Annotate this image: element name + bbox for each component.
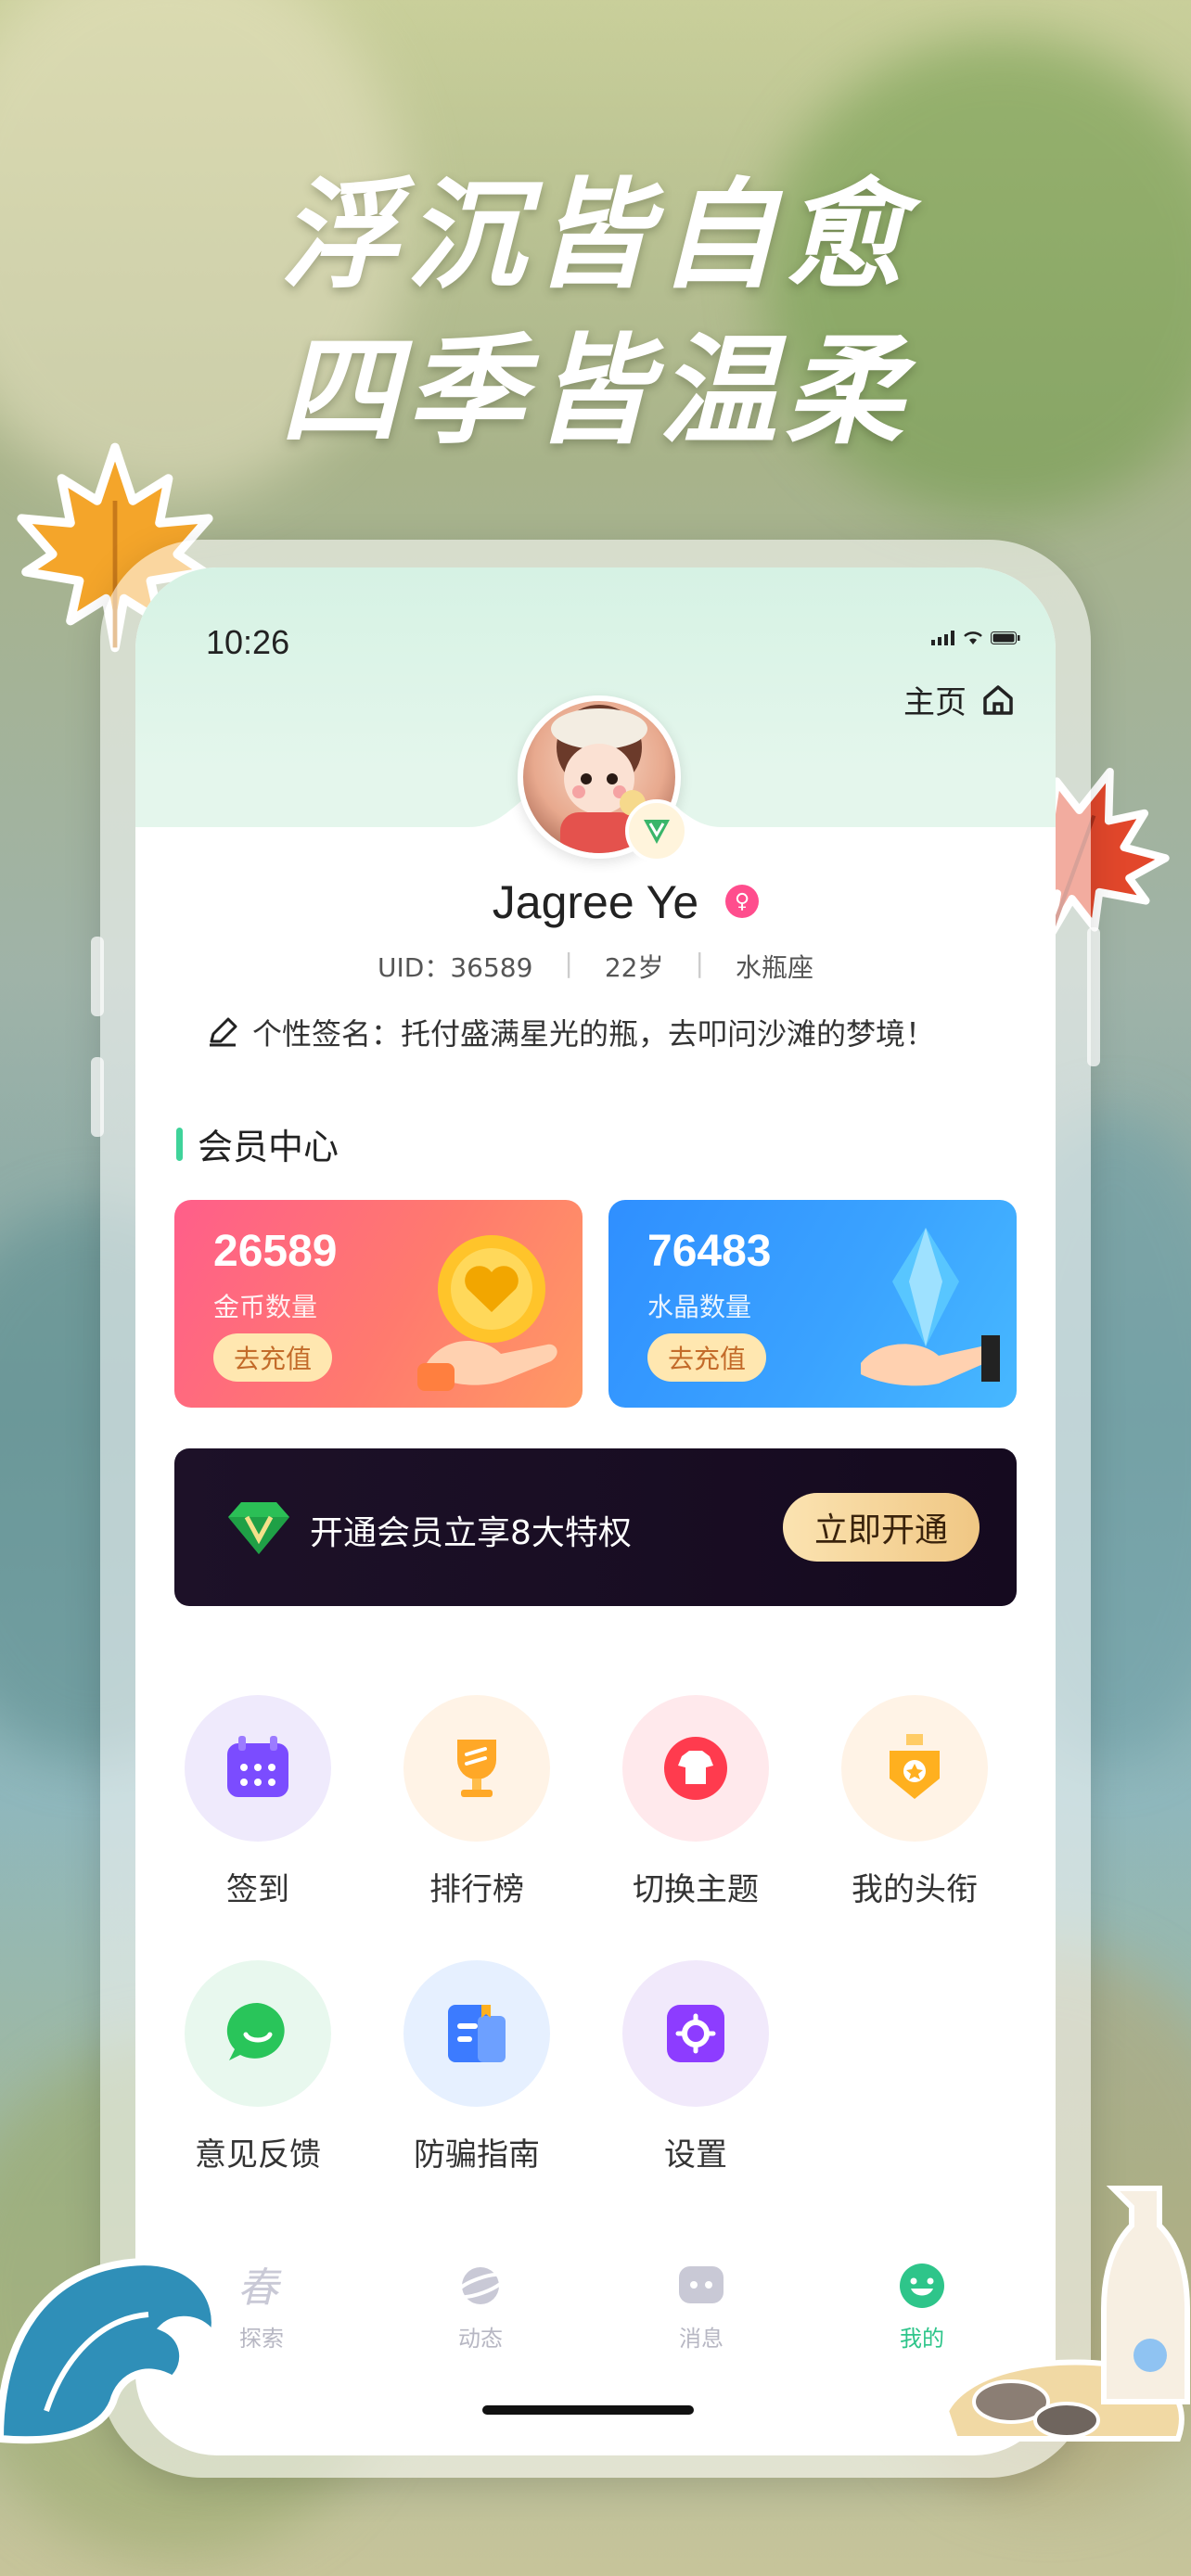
status-icons (931, 631, 1020, 645)
phone-side-button (1087, 927, 1100, 1066)
phone-screen: 10:26 主页 Jagree Ye ♀ UID：36589 | 22岁 | 水… (135, 567, 1056, 2455)
message-icon (679, 2266, 724, 2303)
grid-label: 切换主题 (633, 1871, 759, 1908)
settings-icon-bg (622, 1960, 769, 2107)
bottle-sticker-icon (942, 2186, 1190, 2442)
anti-fraud-icon-bg (403, 1960, 550, 2107)
checkin-icon-bg (185, 1695, 331, 1842)
vip-open-button[interactable]: 立即开通 (783, 1493, 980, 1562)
crystal-icon (861, 1228, 1000, 1386)
gold-coin-icon (417, 1235, 557, 1391)
grid-label: 意见反馈 (195, 2136, 321, 2174)
female-gender-icon: ♀ (725, 885, 759, 918)
tab-label: 消息 (679, 2326, 724, 2352)
wave-sticker-icon (0, 2258, 219, 2444)
username: Jagree Ye (492, 876, 699, 928)
phone-side-button (91, 937, 104, 1016)
signature-text: 个性签名：托付盛满星光的瓶，去叩问沙滩的梦境！ (252, 1016, 936, 1052)
home-label: 主页 (903, 684, 967, 721)
age: 22岁 (604, 952, 664, 983)
guide-book-icon (448, 2005, 506, 2062)
calendar-icon (227, 1736, 288, 1797)
svg-text:春: 春 (237, 2264, 282, 2311)
vip-badge-icon (625, 799, 688, 862)
grid-item-leaderboard[interactable]: 排行榜 (384, 1695, 570, 1909)
uid: UID：36589 (378, 952, 533, 983)
leaderboard-icon-bg (403, 1695, 550, 1842)
grid-item-settings[interactable]: 设置 (603, 1960, 788, 2174)
trophy-icon (457, 1740, 496, 1797)
theme-icon-bg (622, 1695, 769, 1842)
vip-text: 开通会员立享8大特权 (310, 1514, 632, 1552)
wifi-icon (964, 631, 982, 644)
grid-item-theme[interactable]: 切换主题 (603, 1695, 788, 1909)
chat-icon (226, 2002, 285, 2060)
divider: | (564, 948, 573, 978)
title-icon-bg (841, 1695, 988, 1842)
grid-item-feedback[interactable]: 意见反馈 (165, 1960, 351, 2174)
tab-label: 动态 (458, 2326, 503, 2352)
divider: | (695, 948, 704, 978)
grid-label: 防骗指南 (414, 2136, 540, 2174)
crystal-recharge-button[interactable]: 去充值 (647, 1333, 767, 1382)
medal-icon (890, 1734, 940, 1799)
member-center-title: 会员中心 (176, 1118, 339, 1169)
tab-bar: 春 探索 动态 消息 我的 (135, 2237, 1056, 2366)
shirt-icon (664, 1737, 727, 1800)
planet-icon (454, 2267, 507, 2304)
settings-icon (667, 2005, 724, 2062)
headline-line-1: 浮沉皆自愈 (279, 166, 911, 305)
battery-icon (991, 631, 1020, 644)
feedback-icon-bg (185, 1960, 331, 2107)
status-time: 10:26 (206, 623, 290, 661)
explore-icon: 春 (237, 2264, 282, 2312)
coin-recharge-button[interactable]: 去充值 (213, 1333, 333, 1382)
grid-item-title[interactable]: 我的头衔 (822, 1695, 1007, 1909)
signature-row[interactable]: 个性签名：托付盛满星光的瓶，去叩问沙滩的梦境！ (204, 1011, 1018, 1053)
home-indicator (482, 2405, 694, 2415)
signal-icon (931, 631, 954, 645)
home-icon (983, 684, 1013, 715)
section-accent-bar (176, 1127, 183, 1161)
coin-label: 金币数量 (213, 1292, 318, 1322)
grid-label: 签到 (226, 1871, 289, 1908)
coin-card[interactable]: 26589 金币数量 去充值 (174, 1200, 583, 1408)
vip-diamond-icon (228, 1502, 289, 1554)
grid-label: 设置 (664, 2136, 727, 2174)
vip-banner[interactable]: 开通会员立享8大特权 立即开通 (174, 1448, 1017, 1606)
grid-item-anti-fraud[interactable]: 防骗指南 (384, 1960, 570, 2174)
tab-messages[interactable]: 消息 (646, 2261, 757, 2353)
grid-label: 排行榜 (429, 1871, 524, 1908)
crystal-label: 水晶数量 (647, 1292, 752, 1322)
edit-pen-icon (210, 1017, 237, 1047)
grid-item-checkin[interactable]: 签到 (165, 1695, 351, 1909)
grid-label: 我的头衔 (852, 1871, 978, 1908)
coin-value: 26589 (213, 1227, 338, 1276)
tab-feed[interactable]: 动态 (425, 2261, 536, 2353)
zodiac: 水瓶座 (735, 952, 813, 983)
profile-meta: UID：36589 | 22岁 | 水瓶座 (135, 948, 1056, 985)
home-link[interactable]: 主页 (903, 677, 1017, 722)
crystal-card[interactable]: 76483 水晶数量 去充值 (608, 1200, 1017, 1408)
phone-side-button (91, 1057, 104, 1137)
crystal-value: 76483 (647, 1227, 772, 1276)
member-center-label: 会员中心 (198, 1127, 339, 1167)
